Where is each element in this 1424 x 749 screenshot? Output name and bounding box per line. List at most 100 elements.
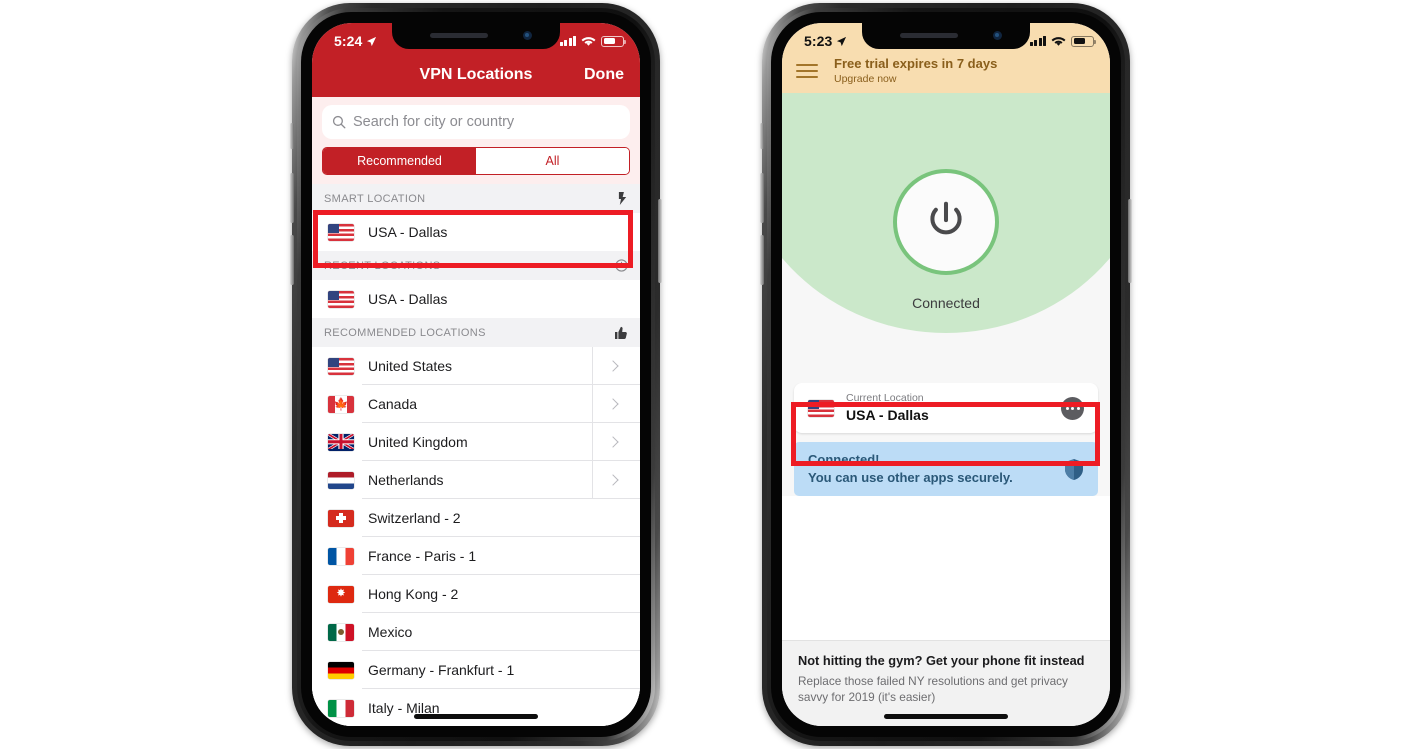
volume-down-button[interactable] <box>760 235 764 285</box>
location-arrow-icon <box>837 36 847 46</box>
section-header-label: RECENT LOCATIONS <box>324 259 441 272</box>
mute-switch[interactable] <box>760 123 764 149</box>
locations-list: SMART LOCATION USA - Dallas RECENT LOCAT… <box>312 184 640 726</box>
disclosure-button[interactable] <box>592 461 632 499</box>
left-phone-screen: 5:24 VPN Locations Done Search for city … <box>312 23 640 726</box>
search-placeholder: Search for city or country <box>353 114 515 130</box>
done-button[interactable]: Done <box>584 66 624 84</box>
chevron-right-icon <box>606 474 619 486</box>
location-row-mexico[interactable]: Mexico <box>312 613 640 651</box>
clock-icon <box>615 259 628 272</box>
chevron-right-icon <box>606 360 619 372</box>
upgrade-now-link[interactable]: Upgrade now <box>834 73 997 86</box>
earpiece-speaker <box>430 33 488 38</box>
location-row-italy[interactable]: Italy - Milan <box>312 689 640 726</box>
side-power-button[interactable] <box>658 199 662 283</box>
location-row-france[interactable]: France - Paris - 1 <box>312 537 640 575</box>
location-row-united-kingdom[interactable]: United Kingdom <box>312 423 640 461</box>
location-name: Switzerland - 2 <box>368 510 461 526</box>
tab-recommended[interactable]: Recommended <box>323 148 476 174</box>
location-row-switzerland[interactable]: Switzerland - 2 <box>312 499 640 537</box>
disclosure-button[interactable] <box>592 347 632 385</box>
article-title: Not hitting the gym? Get your phone fit … <box>798 653 1085 668</box>
section-header-smart-location: SMART LOCATION <box>312 184 640 213</box>
section-header-label: SMART LOCATION <box>324 192 426 205</box>
ellipsis-icon[interactable] <box>1061 396 1084 420</box>
home-indicator[interactable] <box>414 714 538 719</box>
earpiece-speaker <box>900 33 958 38</box>
smart-location-row[interactable]: USA - Dallas <box>312 213 640 251</box>
status-time-group: 5:23 <box>804 33 847 49</box>
location-name: Hong Kong - 2 <box>368 586 459 602</box>
flag-ca-icon: 🍁 <box>328 395 354 413</box>
notch <box>862 23 1030 49</box>
connected-banner: Connected! You can use other apps secure… <box>794 442 1098 496</box>
flag-us-icon <box>328 290 354 308</box>
flag-hk-icon: ✸ <box>328 585 354 603</box>
flag-us-icon <box>328 223 354 241</box>
trial-text-group: Free trial expires in 7 days Upgrade now <box>834 56 997 85</box>
chevron-right-icon <box>606 398 619 410</box>
location-name: Canada <box>368 396 418 412</box>
front-camera <box>993 31 1002 40</box>
tab-all[interactable]: All <box>476 148 629 174</box>
location-row-united-states[interactable]: United States <box>312 347 640 385</box>
battery-icon <box>601 35 626 47</box>
home-indicator[interactable] <box>884 714 1008 719</box>
connected-banner-line2: You can use other apps securely. <box>808 470 1013 485</box>
volume-down-button[interactable] <box>290 235 294 285</box>
free-trial-banner[interactable]: Free trial expires in 7 days Upgrade now <box>782 53 1110 93</box>
location-name: France - Paris - 1 <box>368 548 477 564</box>
side-power-button[interactable] <box>1128 199 1132 283</box>
right-phone-screen: 5:23 Free trial expires in 7 days Upgrad… <box>782 23 1110 726</box>
connected-banner-line1: Connected! <box>808 452 880 468</box>
power-button-icon <box>930 201 962 235</box>
flag-mx-icon <box>328 623 354 641</box>
front-camera <box>523 31 532 40</box>
current-location-caption: Current Location <box>846 392 924 405</box>
flag-it-icon <box>328 699 354 717</box>
notch <box>392 23 560 49</box>
disclosure-button[interactable] <box>592 423 632 461</box>
screenshot-root: 5:24 VPN Locations Done Search for city … <box>0 0 1424 749</box>
search-icon <box>332 115 346 129</box>
hamburger-menu-icon[interactable] <box>796 63 818 79</box>
segmented-control[interactable]: Recommended All <box>322 147 630 175</box>
flag-us-icon <box>808 399 834 417</box>
location-name: Mexico <box>368 624 413 640</box>
current-location-value: USA - Dallas <box>846 406 929 423</box>
power-toggle-button[interactable] <box>893 169 999 275</box>
segmented-control-container: Recommended All <box>312 147 640 184</box>
thumbs-up-icon <box>615 326 627 339</box>
location-row-hong-kong[interactable]: ✸ Hong Kong - 2 <box>312 575 640 613</box>
location-row-germany[interactable]: Germany - Frankfurt - 1 <box>312 651 640 689</box>
location-name: USA - Dallas <box>368 224 448 240</box>
page-title: VPN Locations <box>419 66 533 83</box>
location-row-netherlands[interactable]: Netherlands <box>312 461 640 499</box>
search-container: Search for city or country <box>312 97 640 147</box>
left-phone: 5:24 VPN Locations Done Search for city … <box>290 3 662 746</box>
disclosure-button[interactable] <box>592 385 632 423</box>
flag-de-icon <box>328 661 354 679</box>
volume-up-button[interactable] <box>760 173 764 223</box>
search-input[interactable]: Search for city or country <box>322 105 630 139</box>
location-name: Netherlands <box>368 472 444 488</box>
status-time: 5:24 <box>334 33 363 49</box>
navigation-bar: VPN Locations Done <box>312 53 640 97</box>
status-time-group: 5:24 <box>334 33 377 49</box>
current-location-card[interactable]: Current Location USA - Dallas <box>794 383 1098 433</box>
connection-hero: Connected <box>782 93 1110 383</box>
current-location-text-group: Current Location USA - Dallas <box>846 391 1049 424</box>
lightning-bolt-icon <box>618 192 627 205</box>
flag-fr-icon <box>328 547 354 565</box>
location-row-canada[interactable]: 🍁 Canada <box>312 385 640 423</box>
mute-switch[interactable] <box>290 123 294 149</box>
cellular-signal-icon <box>559 36 576 46</box>
volume-up-button[interactable] <box>290 173 294 223</box>
location-name: USA - Dallas <box>368 291 448 307</box>
recent-location-row[interactable]: USA - Dallas <box>312 280 640 318</box>
chevron-right-icon <box>606 436 619 448</box>
status-indicators <box>559 35 626 47</box>
location-arrow-icon <box>367 36 377 46</box>
flag-us-icon <box>328 357 354 375</box>
